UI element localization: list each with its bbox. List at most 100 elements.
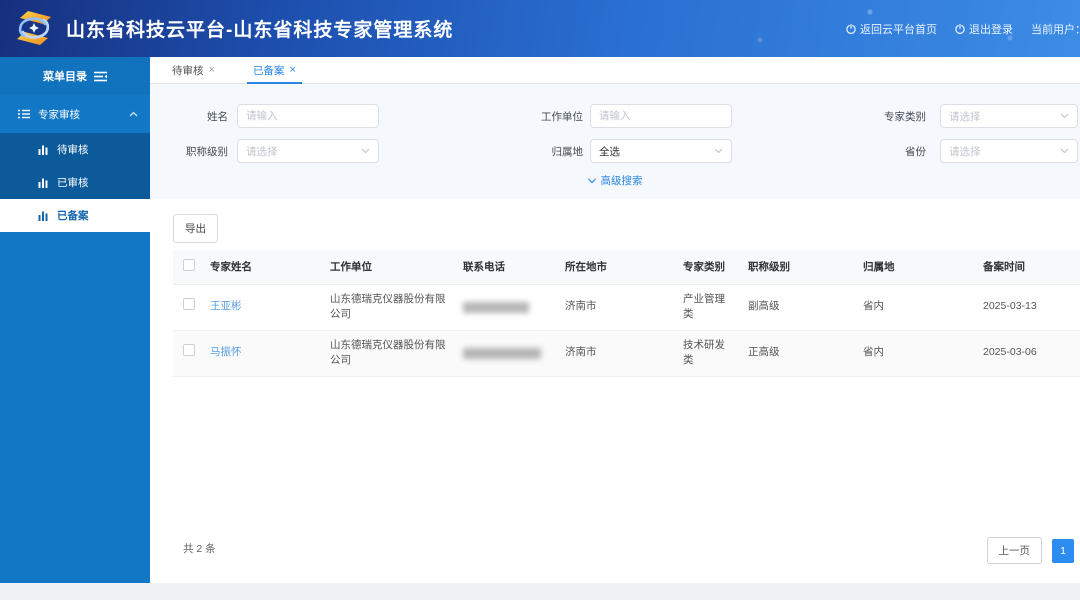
table-row: 王亚彬 山东德瑞克仪器股份有限公司 济南市 产业管理类 副高级 省内 2025-…: [173, 284, 1080, 330]
platform-logo-icon: [14, 8, 54, 48]
chevron-down-icon: [1060, 113, 1069, 119]
chevron-down-icon: [714, 148, 723, 154]
list-icon: [18, 109, 30, 119]
advanced-search-link[interactable]: 高级搜索: [588, 173, 643, 188]
field-province: 省份 请选择: [846, 139, 1078, 163]
record-date-cell: 2025-03-13: [983, 284, 1080, 330]
expert-table: 专家姓名 工作单位 联系电话 所在地市 专家类别 职称级别 归属地 备案时间 王…: [173, 250, 1080, 377]
prev-page-button[interactable]: 上一页: [987, 537, 1043, 564]
work-unit-cell: 山东德瑞克仪器股份有限公司: [330, 284, 463, 330]
col-region: 归属地: [863, 250, 983, 284]
title-level-placeholder: 请选择: [246, 144, 361, 159]
menu-directory-label: 菜单目录: [43, 68, 87, 84]
chevron-down-icon: [588, 178, 597, 184]
sidebar-item-label: 已审核: [57, 175, 89, 190]
main-panel: 导出 专家姓名 工作单位 联系电话 所在地市 专家类别 职称级别 归属地 备案时…: [150, 199, 1080, 583]
chevron-down-icon: [1060, 148, 1069, 154]
search-panel: 姓名 工作单位 专家类别 请选择 职称级别 请选择: [150, 84, 1080, 199]
record-date-cell: 2025-03-06: [983, 330, 1080, 376]
total-count-label: 共 2 条: [183, 541, 216, 556]
col-phone: 联系电话: [463, 250, 565, 284]
name-input[interactable]: [237, 104, 379, 128]
row-checkbox[interactable]: [183, 344, 195, 356]
work-unit-cell: 山东德瑞克仪器股份有限公司: [330, 330, 463, 376]
tab-bar: 待审核 × 已备案 ×: [150, 57, 1080, 84]
advanced-search-label: 高级搜索: [601, 173, 643, 188]
title-level-cell: 正高级: [748, 330, 863, 376]
tab-recorded[interactable]: 已备案 ×: [243, 57, 306, 83]
region-selected-value: 全选: [599, 144, 714, 159]
province-select[interactable]: 请选择: [940, 139, 1078, 163]
tab-label: 待审核: [172, 63, 204, 78]
sidebar-item-recorded[interactable]: 已备案: [0, 199, 150, 232]
power-icon: [955, 24, 965, 34]
col-expert-category: 专家类别: [683, 250, 748, 284]
page-title: 山东省科技云平台-山东省科技专家管理系统: [66, 0, 453, 57]
row-checkbox[interactable]: [183, 298, 195, 310]
top-header: 山东省科技云平台-山东省科技专家管理系统 返回云平台首页 退出登录 当前用户：山…: [0, 0, 1080, 57]
tab-close-icon[interactable]: ×: [209, 64, 215, 76]
title-level-field-label: 职称级别: [150, 144, 228, 159]
title-level-select[interactable]: 请选择: [237, 139, 379, 163]
field-title-level: 职称级别 请选择: [150, 139, 379, 163]
expert-name-link[interactable]: 马振怀: [210, 346, 242, 358]
city-cell: 济南市: [565, 284, 683, 330]
sidebar-item-reviewed[interactable]: 已审核: [0, 166, 150, 199]
field-org: 工作单位: [503, 104, 732, 128]
expert-name-link[interactable]: 王亚彬: [210, 300, 242, 312]
app-window: 山东省科技云平台-山东省科技专家管理系统 返回云平台首页 退出登录 当前用户：山…: [0, 0, 1080, 600]
back-to-cloud-home-link[interactable]: 返回云平台首页: [846, 21, 937, 37]
sidebar-item-label: 已备案: [57, 208, 89, 223]
chevron-down-icon: [361, 148, 370, 154]
logout-label: 退出登录: [969, 21, 1013, 37]
menu-directory-header[interactable]: 菜单目录: [0, 57, 150, 95]
category-select[interactable]: 请选择: [940, 104, 1078, 128]
org-input[interactable]: [590, 104, 732, 128]
org-field-label: 工作单位: [503, 109, 583, 124]
tab-close-icon[interactable]: ×: [289, 64, 295, 76]
power-icon: [846, 24, 856, 34]
table-row: 马振怀 山东德瑞克仪器股份有限公司 济南市 技术研发类 正高级 省内 2025-…: [173, 330, 1080, 376]
category-cell: 产业管理类: [683, 284, 748, 330]
col-work-unit: 工作单位: [330, 250, 463, 284]
title-level-cell: 副高级: [748, 284, 863, 330]
sidebar-group-label: 专家审核: [38, 107, 80, 122]
sidebar-item-label: 待审核: [57, 142, 89, 157]
table-header-row: 专家姓名 工作单位 联系电话 所在地市 专家类别 职称级别 归属地 备案时间: [173, 250, 1080, 284]
tab-pending-review[interactable]: 待审核 ×: [162, 57, 225, 83]
col-city: 所在地市: [565, 250, 683, 284]
category-field-label: 专家类别: [846, 109, 926, 124]
region-select[interactable]: 全选: [590, 139, 732, 163]
bar-chart-icon: [38, 211, 49, 221]
pagination: 上一页 1: [987, 537, 1075, 564]
menu-collapse-icon: [94, 71, 107, 82]
back-to-cloud-home-label: 返回云平台首页: [860, 21, 937, 37]
col-record-date: 备案时间: [983, 250, 1080, 284]
sidebar-item-pending-review[interactable]: 待审核: [0, 133, 150, 166]
sidebar-group-expert-review[interactable]: 专家审核: [0, 95, 150, 133]
province-field-label: 省份: [846, 144, 926, 159]
col-title-level: 职称级别: [748, 250, 863, 284]
phone-redacted: [463, 348, 541, 359]
phone-redacted: [463, 302, 529, 313]
city-cell: 济南市: [565, 330, 683, 376]
name-field-label: 姓名: [150, 109, 228, 124]
footer-strip: [0, 583, 1080, 600]
category-placeholder: 请选择: [949, 109, 1060, 124]
select-all-checkbox[interactable]: [183, 259, 195, 271]
chevron-up-icon: [129, 111, 138, 117]
logout-link[interactable]: 退出登录: [955, 21, 1013, 37]
header-actions: 返回云平台首页 退出登录 当前用户：山东: [846, 0, 1080, 57]
region-cell: 省内: [863, 284, 983, 330]
field-category: 专家类别 请选择: [846, 104, 1078, 128]
current-user-label: 当前用户：山东: [1031, 21, 1080, 37]
export-button[interactable]: 导出: [173, 214, 218, 243]
tab-label: 已备案: [253, 63, 285, 78]
bar-chart-icon: [38, 145, 49, 155]
category-cell: 技术研发类: [683, 330, 748, 376]
sidebar: 菜单目录 专家审核 待审核: [0, 57, 150, 583]
page-1-button[interactable]: 1: [1052, 539, 1074, 563]
province-placeholder: 请选择: [949, 144, 1060, 159]
region-cell: 省内: [863, 330, 983, 376]
region-field-label: 归属地: [503, 144, 583, 159]
